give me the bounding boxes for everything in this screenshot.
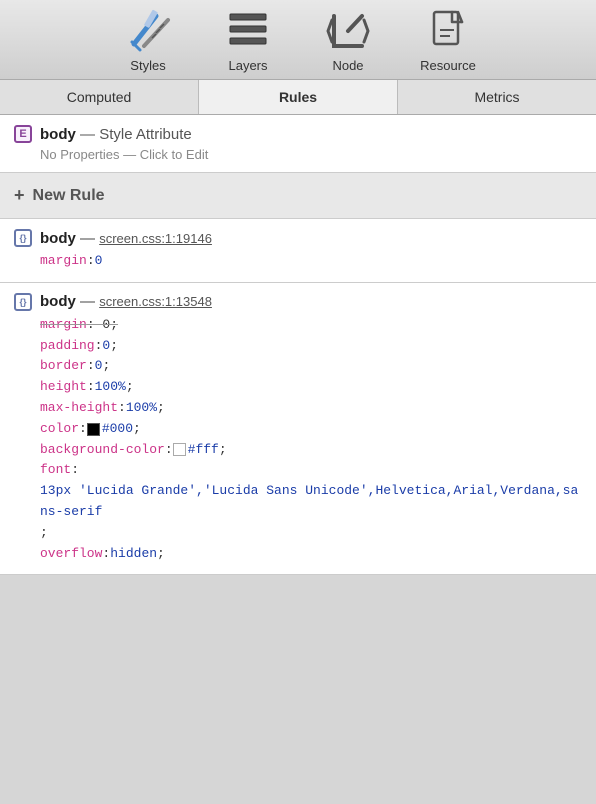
tab-bar: Computed Rules Metrics	[0, 80, 596, 115]
new-rule-label: New Rule	[33, 187, 105, 205]
prop-background-color: background-color: #fff;	[40, 440, 582, 461]
toolbar-item-resource[interactable]: Resource	[413, 8, 483, 73]
color-swatch-black[interactable]	[87, 423, 100, 436]
rule-header-2: {} body — screen.css:1:19146	[14, 229, 582, 247]
prop-font: font: 13px 'Lucida Grande','Lucida Sans …	[40, 460, 582, 543]
rule2-source-link[interactable]: screen.css:1:19146	[99, 231, 212, 246]
prop-color: color: #000;	[40, 419, 582, 440]
new-rule-plus-icon: +	[14, 185, 25, 206]
toolbar-label-resource: Resource	[420, 58, 476, 73]
layers-icon	[226, 8, 270, 54]
toolbar-item-layers[interactable]: Layers	[213, 8, 283, 73]
prop-max-height: max-height: 100%;	[40, 398, 582, 419]
content-area: E body — Style Attribute No Properties —…	[0, 115, 596, 575]
color-swatch-white[interactable]	[173, 443, 186, 456]
rule-selector-1: body — Style Attribute	[40, 126, 192, 143]
prop-padding: padding: 0;	[40, 336, 582, 357]
rule3-source-link[interactable]: screen.css:1:13548	[99, 294, 212, 309]
toolbar-label-styles: Styles	[130, 58, 165, 73]
prop-border: border: 0;	[40, 356, 582, 377]
rule-block-2: {} body — screen.css:1:19146 margin:0	[0, 219, 596, 283]
resource-icon	[428, 8, 468, 54]
rule-selector-2: body — screen.css:1:19146	[40, 230, 212, 247]
prop-overflow: overflow: hidden;	[40, 544, 582, 565]
prop-margin-strikethrough: margin: 0;	[40, 315, 582, 336]
css-icon-3: {}	[14, 293, 32, 311]
rule-no-properties: No Properties — Click to Edit	[40, 147, 582, 162]
tab-rules[interactable]: Rules	[199, 80, 398, 114]
toolbar-label-node: Node	[332, 58, 363, 73]
rule-block-3: {} body — screen.css:1:13548 margin: 0; …	[0, 283, 596, 576]
rule-header-1: E body — Style Attribute	[14, 125, 582, 143]
element-icon: E	[14, 125, 32, 143]
toolbar-item-node[interactable]: Node	[313, 8, 383, 73]
tab-metrics[interactable]: Metrics	[398, 80, 596, 114]
rule-block-style-attribute: E body — Style Attribute No Properties —…	[0, 115, 596, 173]
css-icon-2: {}	[14, 229, 32, 247]
toolbar-label-layers: Layers	[228, 58, 267, 73]
toolbar-item-styles[interactable]: Styles	[113, 8, 183, 73]
new-rule-section[interactable]: + New Rule	[0, 173, 596, 219]
rule-selector-3: body — screen.css:1:13548	[40, 293, 212, 310]
toolbar: Styles Layers Node	[0, 0, 596, 80]
rule-header-3: {} body — screen.css:1:13548	[14, 293, 582, 311]
node-icon	[326, 8, 370, 54]
rule2-props: margin:0	[40, 251, 582, 272]
tab-computed[interactable]: Computed	[0, 80, 199, 114]
rule3-props: margin: 0; padding: 0; border: 0; height…	[40, 315, 582, 565]
styles-icon	[124, 8, 172, 54]
prop-height: height: 100%;	[40, 377, 582, 398]
